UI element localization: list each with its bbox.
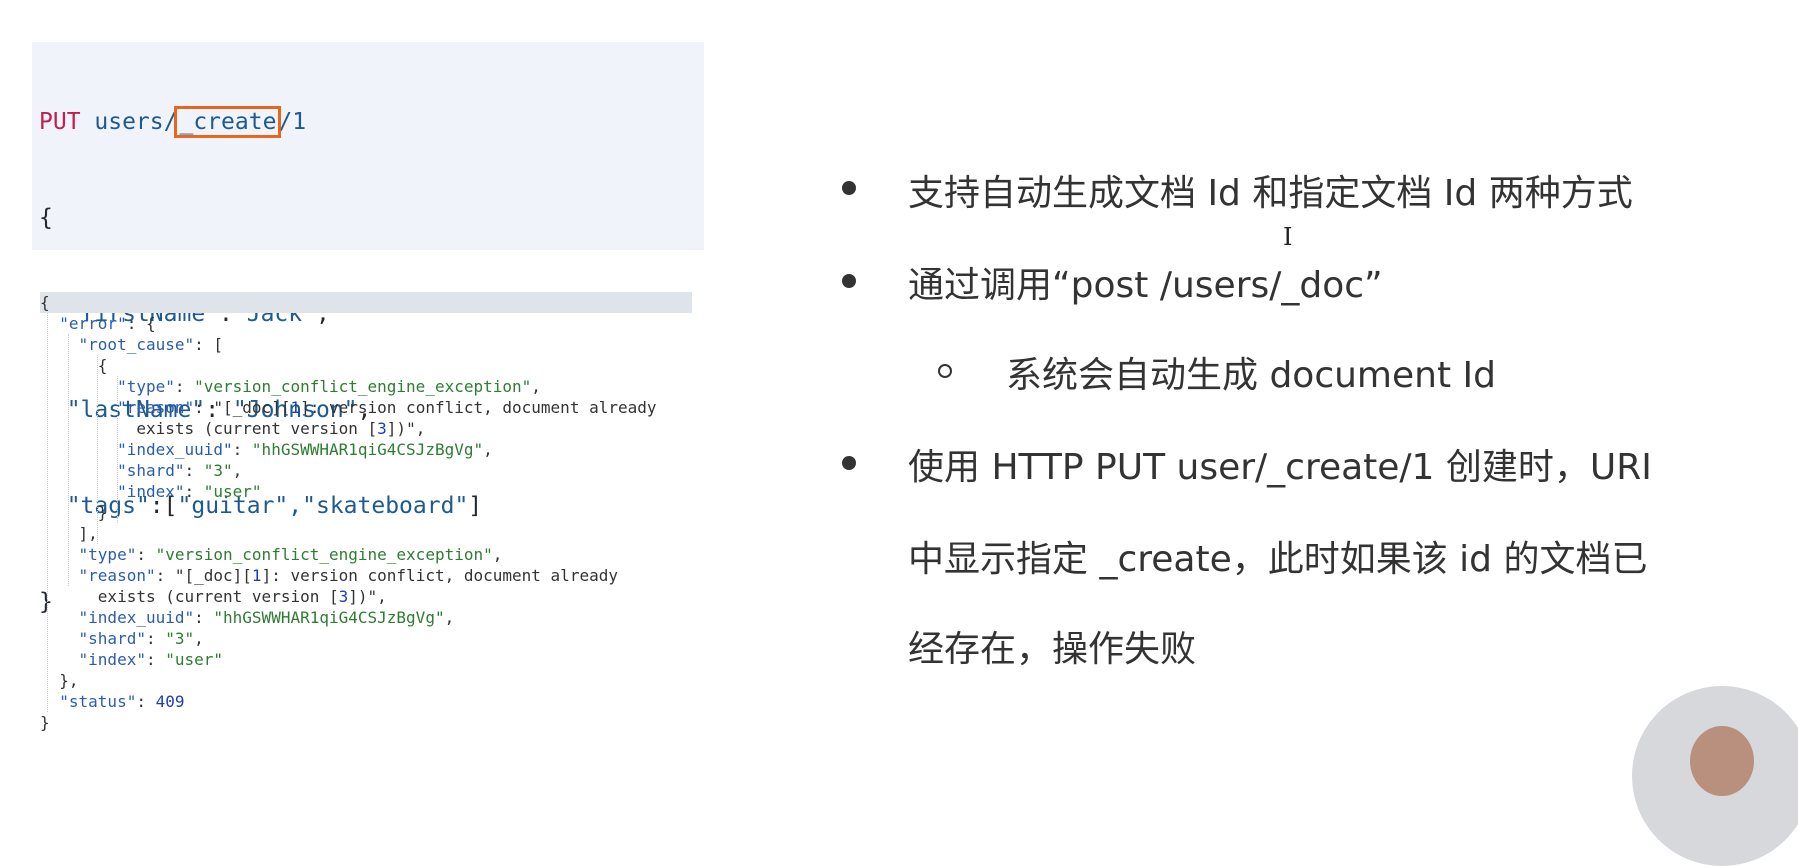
response-line: "error": { xyxy=(59,314,156,333)
response-line: }, xyxy=(40,671,79,690)
bullet-dot xyxy=(842,181,856,195)
sub-bullet-item: 系统会自动生成 document Id xyxy=(1006,355,1496,396)
response-line: "index_uuid": "hhGSWWHAR1qiG4CSJzBgVg", xyxy=(117,440,493,459)
request-path-suffix: /1 xyxy=(278,109,307,135)
response-line: "root_cause": [ xyxy=(78,335,224,354)
response-line: { xyxy=(40,292,692,313)
response-line: "shard": "3", xyxy=(78,629,204,648)
response-line: exists (current version [3])", xyxy=(40,587,387,606)
response-line: "reason": "[_doc][1]: version conflict, … xyxy=(117,398,657,417)
response-line: { xyxy=(40,356,108,375)
brace-open: { xyxy=(39,205,53,231)
response-line: "index": "user" xyxy=(117,482,262,501)
bullet-item: 使用 HTTP PUT user/_create/1 创建时，URI xyxy=(908,447,1652,488)
bullet-item-continuation: 中显示指定 _create，此时如果该 id 的文档已 xyxy=(908,539,1648,580)
sub-bullet-ring xyxy=(938,364,952,378)
request-path-prefix: users/ xyxy=(80,109,178,135)
presenter-webcam-avatar xyxy=(1632,686,1798,866)
create-endpoint-highlight: _create xyxy=(174,106,282,138)
bullet-dot xyxy=(842,456,856,470)
response-json: { "error": { "root_cause": [ { "type": "… xyxy=(40,292,692,733)
response-line: "reason": "[_doc][1]: version conflict, … xyxy=(78,566,618,585)
response-line: "index": "user" xyxy=(78,650,224,669)
response-line: "shard": "3", xyxy=(117,461,243,480)
bullet-item: 通过调用“post /users/_doc” xyxy=(908,265,1383,306)
bullet-dot xyxy=(842,274,856,288)
response-line: exists (current version [3])", xyxy=(40,419,426,438)
bullet-item-continuation: 经存在，操作失败 xyxy=(908,629,1197,670)
response-line: "status": 409 xyxy=(59,692,185,711)
response-line: "index_uuid": "hhGSWWHAR1qiG4CSJzBgVg", xyxy=(78,608,455,627)
bullet-item: 支持自动生成文档 Id 和指定文档 Id 两种方式 xyxy=(908,173,1633,214)
request-line: PUT users/_create/1 xyxy=(39,106,482,138)
request-code-panel: PUT users/_create/1 { "firstName":"Jack"… xyxy=(32,42,704,615)
response-line: ], xyxy=(40,524,98,543)
response-line: } xyxy=(40,713,50,732)
response-line: "type": "version_conflict_engine_excepti… xyxy=(117,377,541,396)
response-line: } xyxy=(40,503,108,522)
text-cursor-icon: I xyxy=(1283,223,1293,251)
http-method: PUT xyxy=(39,109,81,135)
response-line: "type": "version_conflict_engine_excepti… xyxy=(78,545,503,564)
presenter-head xyxy=(1690,726,1754,796)
